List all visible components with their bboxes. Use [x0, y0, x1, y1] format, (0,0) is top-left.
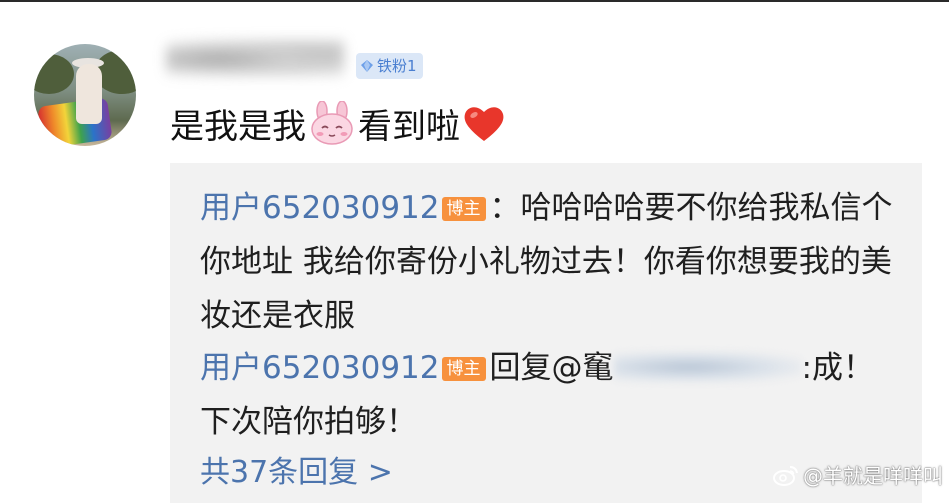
- reply-box[interactable]: 用户652030912 博主 ：哈哈哈哈要不你给我私信个你地址 我给你寄份小礼物过去…: [170, 163, 922, 503]
- username-blurred[interactable]: [166, 40, 344, 78]
- comment-text-part2: 看到啦: [358, 106, 460, 147]
- weibo-logo-icon: [773, 465, 798, 486]
- diamond-icon: [361, 60, 373, 72]
- red-heart-icon: [464, 107, 504, 141]
- reply-text-prefix: 回复@䆴: [489, 350, 614, 386]
- badge-label: 铁粉1: [377, 57, 417, 75]
- author-tag: 博主: [441, 357, 486, 381]
- comment-text-part1: 是我是我: [170, 106, 306, 147]
- weibo-watermark: @羊就是咩咩叫: [773, 460, 943, 489]
- reply-user[interactable]: 用户652030912: [200, 350, 440, 386]
- more-replies-link[interactable]: 共37条回复 >: [200, 453, 393, 493]
- reply-1[interactable]: 用户652030912 博主 ：哈哈哈哈要不你给我私信个你地址 我给你寄份小礼物过去…: [200, 181, 900, 343]
- reply-user[interactable]: 用户652030912: [200, 190, 440, 226]
- avatar[interactable]: [34, 44, 136, 146]
- fan-badge[interactable]: 铁粉1: [356, 53, 423, 79]
- watermark-text: @羊就是咩咩叫: [803, 464, 943, 488]
- mention-blurred[interactable]: [613, 352, 802, 382]
- comment-text: 是我是我 看到啦: [170, 100, 508, 147]
- top-divider: [0, 0, 949, 2]
- reply-2[interactable]: 用户652030912 博主 回复@䆴:成！下次陪你拍够！: [200, 341, 900, 449]
- bunny-face-icon: [311, 101, 353, 145]
- author-tag: 博主: [441, 197, 486, 221]
